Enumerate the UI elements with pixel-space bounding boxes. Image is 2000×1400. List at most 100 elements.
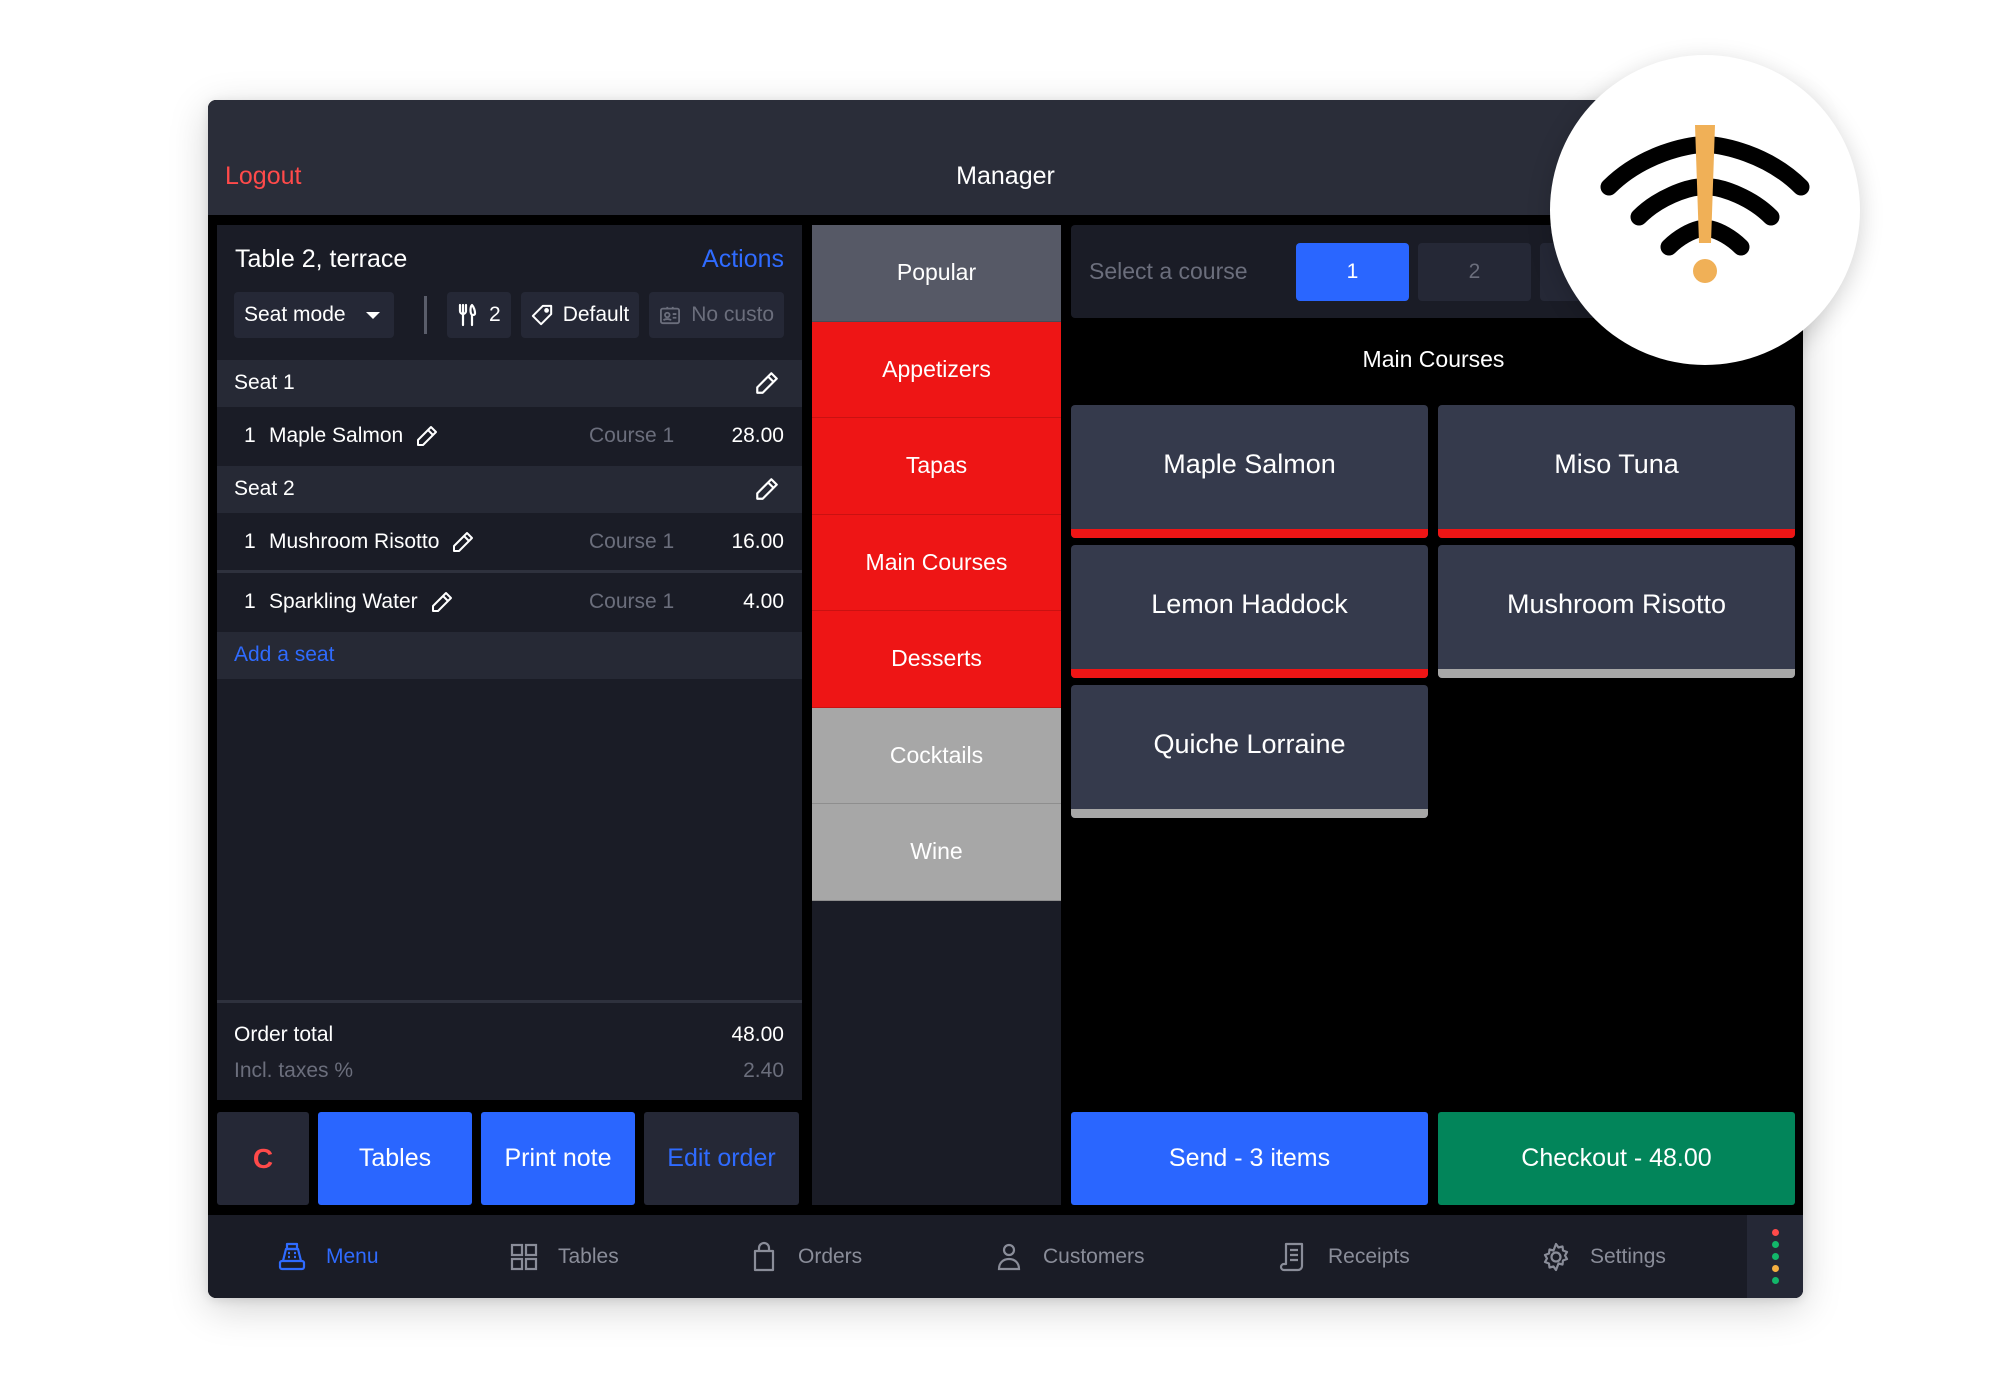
nav-settings[interactable]: Settings xyxy=(1540,1215,1666,1298)
add-seat-row: Add a seat xyxy=(217,632,802,679)
product-tile[interactable]: Lemon Haddock xyxy=(1071,545,1428,678)
item-price: 16.00 xyxy=(731,530,784,553)
nav-label: Orders xyxy=(798,1244,863,1268)
product-tile[interactable]: Quiche Lorraine xyxy=(1071,685,1428,818)
seat-label: Seat 1 xyxy=(234,371,295,394)
nav-receipts[interactable]: Receipts xyxy=(1278,1215,1410,1298)
checkout-button[interactable]: Checkout - 48.00 xyxy=(1438,1112,1795,1205)
gear-icon xyxy=(1543,1242,1569,1271)
bottom-nav: Menu Tables Orders Customers Receipts Se… xyxy=(208,1215,1803,1298)
status-dot xyxy=(1771,1277,1779,1284)
category-cocktails[interactable]: Cocktails xyxy=(812,707,1061,804)
item-qty: 1 xyxy=(244,424,256,447)
tax-value: 2.40 xyxy=(743,1059,784,1082)
pencil-icon[interactable] xyxy=(451,530,475,554)
guests-count: 2 xyxy=(489,303,501,326)
order-totals: Order total 48.00 Incl. taxes % 2.40 xyxy=(217,1000,802,1100)
product-status-stripe xyxy=(1071,669,1428,678)
product-tile[interactable]: Mushroom Risotto xyxy=(1438,545,1795,678)
pencil-icon[interactable] xyxy=(415,424,439,448)
guests-button[interactable]: 2 xyxy=(447,292,511,338)
pricing-label: Default xyxy=(562,303,630,326)
pencil-icon[interactable] xyxy=(754,476,780,502)
product-name: Mushroom Risotto xyxy=(1506,589,1727,619)
cash-register-icon xyxy=(278,1242,306,1270)
seat-header[interactable]: Seat 2 xyxy=(217,466,802,513)
product-status-stripe xyxy=(1438,529,1795,538)
item-price: 28.00 xyxy=(731,424,784,447)
order-toolbar: Seat mode 2 Default No custo xyxy=(234,292,802,338)
edit-order-button[interactable]: Edit order xyxy=(644,1112,799,1205)
course-option-1[interactable]: 1 xyxy=(1296,243,1409,301)
seat-header[interactable]: Seat 1 xyxy=(217,360,802,407)
pencil-icon[interactable] xyxy=(754,370,780,396)
category-appetizers[interactable]: Appetizers xyxy=(812,321,1061,418)
item-name: Maple Salmon xyxy=(269,424,404,447)
status-dot xyxy=(1771,1241,1779,1248)
actions-button[interactable]: Actions xyxy=(702,245,784,274)
chevron-down-icon xyxy=(366,311,380,319)
pencil-icon[interactable] xyxy=(430,590,454,614)
order-header: Table 2, terrace Actions Seat mode 2 Def… xyxy=(217,225,802,360)
item-qty: 1 xyxy=(244,590,256,613)
category-main-courses[interactable]: Main Courses xyxy=(812,514,1061,611)
send-button[interactable]: Send - 3 items xyxy=(1071,1112,1428,1205)
order-item-row[interactable]: 1 Sparkling Water Course 1 4.00 xyxy=(217,573,802,630)
table-name: Table 2, terrace xyxy=(235,245,408,273)
item-name: Sparkling Water xyxy=(269,590,418,613)
customer-button[interactable]: No custo xyxy=(649,292,785,338)
nav-orders[interactable]: Orders xyxy=(748,1215,862,1298)
print-note-button[interactable]: Print note xyxy=(481,1112,635,1205)
tax-label: Incl. taxes % xyxy=(234,1059,354,1082)
item-course: Course 1 xyxy=(589,530,675,553)
item-course: Course 1 xyxy=(589,590,675,613)
course-selector-label: Select a course xyxy=(1089,258,1248,284)
offline-badge xyxy=(1550,55,1860,365)
category-wine[interactable]: Wine xyxy=(812,804,1061,901)
course-option-2[interactable]: 2 xyxy=(1418,243,1531,301)
product-name: Maple Salmon xyxy=(1163,449,1336,479)
category-tapas[interactable]: Tapas xyxy=(812,418,1061,515)
item-qty: 1 xyxy=(244,530,256,553)
add-seat-button[interactable]: Add a seat xyxy=(234,643,334,667)
clear-button[interactable]: C xyxy=(217,1112,309,1205)
item-name-group: Maple Salmon xyxy=(269,424,439,448)
nav-label: Settings xyxy=(1590,1244,1666,1268)
wifi-warning-icon xyxy=(1600,125,1810,283)
product-status-stripe xyxy=(1071,529,1428,538)
status-dot xyxy=(1771,1253,1779,1260)
customers-icon xyxy=(997,1243,1021,1270)
status-dot xyxy=(1771,1265,1779,1272)
product-name: Quiche Lorraine xyxy=(1153,729,1346,759)
nav-tables[interactable]: Tables xyxy=(508,1215,619,1298)
seat-mode-dropdown[interactable]: Seat mode xyxy=(234,292,394,338)
tables-grid-icon xyxy=(510,1243,538,1270)
customer-label: No custo xyxy=(691,303,775,326)
order-total-label: Order total xyxy=(234,1023,334,1046)
shopping-bag-icon xyxy=(753,1241,775,1271)
nav-menu[interactable]: Menu xyxy=(276,1215,379,1298)
seat-mode-label: Seat mode xyxy=(244,303,346,326)
item-name-group: Mushroom Risotto xyxy=(269,530,475,554)
product-status-stripe xyxy=(1438,669,1795,678)
category-desserts[interactable]: Desserts xyxy=(812,611,1061,708)
product-name: Lemon Haddock xyxy=(1151,589,1348,619)
pricing-button[interactable]: Default xyxy=(520,292,640,338)
receipt-icon xyxy=(1279,1242,1304,1271)
order-item-row[interactable]: 1 Mushroom Risotto Course 1 16.00 xyxy=(217,513,802,570)
category-popular[interactable]: Popular xyxy=(812,225,1061,322)
item-price: 4.00 xyxy=(743,590,784,613)
nav-label: Customers xyxy=(1043,1244,1145,1268)
order-total-value: 48.00 xyxy=(731,1023,784,1046)
product-tile[interactable]: Maple Salmon xyxy=(1071,405,1428,538)
product-tile[interactable]: Miso Tuna xyxy=(1438,405,1795,538)
nav-customers[interactable]: Customers xyxy=(993,1215,1145,1298)
cutlery-icon xyxy=(458,303,477,327)
connection-status-strip[interactable] xyxy=(1747,1215,1803,1298)
tables-button[interactable]: Tables xyxy=(318,1112,472,1205)
tag-icon xyxy=(531,304,552,326)
order-item-row[interactable]: 1 Maple Salmon Course 1 28.00 xyxy=(217,407,802,464)
pos-window: Logout Manager Table 2, terrace Actions … xyxy=(208,100,1803,1298)
id-card-icon xyxy=(660,306,681,325)
order-panel: Table 2, terrace Actions Seat mode 2 Def… xyxy=(217,225,802,1100)
